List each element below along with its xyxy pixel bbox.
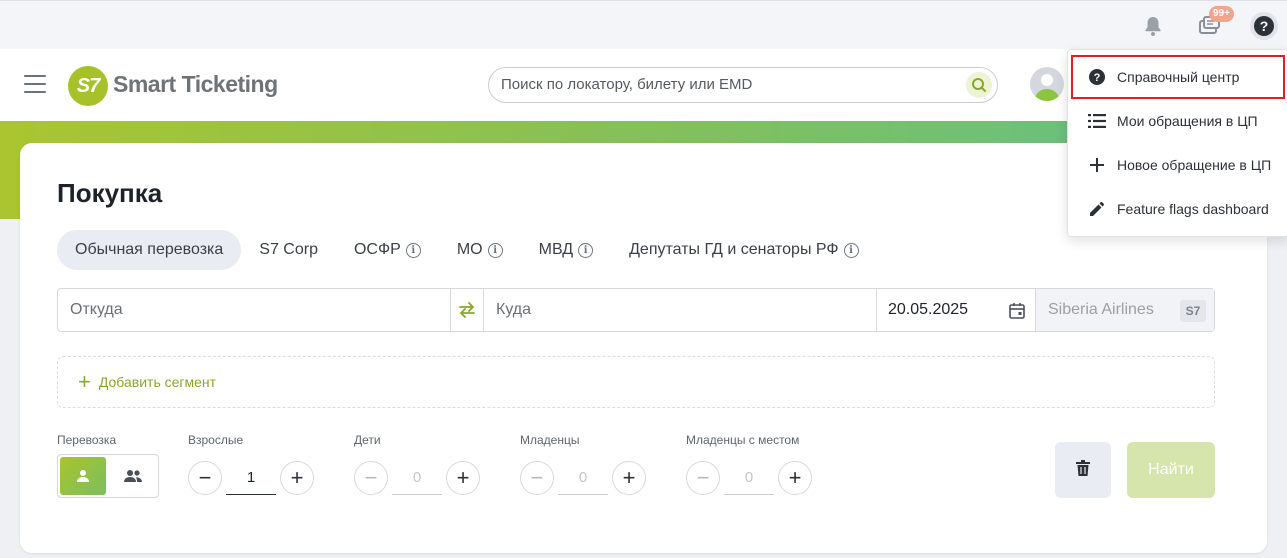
menu-item-label: Feature flags dashboard bbox=[1117, 201, 1269, 217]
tab-label: ОСФР bbox=[353, 241, 401, 258]
airline-field: Siberia Airlines S7 bbox=[1036, 289, 1214, 331]
menu-item-label: Справочный центр bbox=[1117, 69, 1240, 85]
date-field[interactable]: 20.05.2025 bbox=[877, 289, 1036, 331]
from-field[interactable]: Откуда bbox=[58, 289, 451, 331]
tab-osfr[interactable]: ОСФР i bbox=[336, 230, 439, 270]
children-label: Дети bbox=[354, 433, 381, 447]
children-stepper: − 0 + bbox=[354, 461, 480, 495]
help-dropdown: ? Справочный центр Мои обращения в ЦП Но… bbox=[1067, 49, 1287, 237]
infants-seat-stepper: − 0 + bbox=[686, 461, 812, 495]
plus-icon bbox=[1086, 158, 1108, 172]
airline-name: Siberia Airlines bbox=[1048, 301, 1154, 318]
minus-button[interactable]: − bbox=[520, 461, 554, 495]
date-value: 20.05.2025 bbox=[888, 301, 969, 318]
find-button[interactable]: Найти bbox=[1127, 442, 1215, 498]
tab-mo[interactable]: МО i bbox=[439, 230, 521, 270]
menu-item-label: Мои обращения в ЦП bbox=[1117, 113, 1258, 129]
svg-text:?: ? bbox=[1260, 18, 1269, 34]
tab-label: МО bbox=[456, 241, 483, 258]
plus-button[interactable]: + bbox=[612, 461, 646, 495]
add-segment-button[interactable]: + Добавить сегмент bbox=[57, 356, 1215, 408]
info-icon[interactable]: i bbox=[578, 242, 594, 258]
help-circle-icon: ? bbox=[1086, 69, 1108, 85]
adults-stepper: − 1 + bbox=[188, 461, 314, 495]
tab-regular[interactable]: Обычная перевозка bbox=[57, 230, 242, 270]
menu-item-new-request[interactable]: Новое обращение в ЦП bbox=[1068, 143, 1287, 187]
infants-seat-value[interactable]: 0 bbox=[724, 461, 774, 495]
minus-button[interactable]: − bbox=[354, 461, 388, 495]
infants-value[interactable]: 0 bbox=[558, 461, 608, 495]
info-icon[interactable]: i bbox=[487, 242, 503, 258]
infants-seat-label: Младенцы с местом bbox=[686, 433, 800, 447]
help-icon[interactable]: ? bbox=[1248, 10, 1280, 42]
transport-label: Перевозка bbox=[57, 433, 117, 447]
menu-icon[interactable] bbox=[24, 75, 46, 93]
info-icon[interactable]: i bbox=[405, 242, 421, 258]
clear-button[interactable] bbox=[1055, 442, 1111, 498]
tab-s7-corp[interactable]: S7 Corp bbox=[241, 230, 336, 270]
plus-icon: + bbox=[78, 369, 91, 394]
tab-label: Обычная перевозка bbox=[75, 241, 224, 258]
search-icon[interactable] bbox=[966, 72, 992, 98]
infants-label: Младенцы bbox=[520, 433, 580, 447]
svg-text:?: ? bbox=[1094, 72, 1101, 84]
search-input[interactable] bbox=[501, 76, 941, 93]
menu-item-my-requests[interactable]: Мои обращения в ЦП bbox=[1068, 99, 1287, 143]
tab-mvd[interactable]: МВД i bbox=[521, 230, 611, 270]
infants-stepper: − 0 + bbox=[520, 461, 646, 495]
trash-icon bbox=[1076, 459, 1090, 481]
menu-item-help-center[interactable]: ? Справочный центр bbox=[1071, 55, 1285, 99]
info-icon[interactable]: i bbox=[843, 242, 859, 258]
menu-item-feature-flags[interactable]: Feature flags dashboard bbox=[1068, 187, 1287, 231]
children-value[interactable]: 0 bbox=[392, 461, 442, 495]
tab-deputies[interactable]: Депутаты ГД и сенаторы РФ i bbox=[611, 230, 876, 270]
plus-button[interactable]: + bbox=[778, 461, 812, 495]
minus-button[interactable]: − bbox=[188, 461, 222, 495]
bell-icon[interactable] bbox=[1137, 10, 1169, 42]
route-form: Откуда Куда 20.05.2025 Siberia Airlines … bbox=[57, 288, 1215, 332]
page-title: Покупка bbox=[57, 178, 163, 208]
menu-item-label: Новое обращение в ЦП bbox=[1117, 157, 1272, 173]
transport-toggle bbox=[57, 454, 159, 498]
plus-button[interactable]: + bbox=[280, 461, 314, 495]
logo-text[interactable]: Smart Ticketing bbox=[113, 71, 278, 98]
airline-code: S7 bbox=[1180, 300, 1206, 322]
pencil-icon bbox=[1086, 202, 1108, 216]
top-bar: 99+ ? bbox=[0, 0, 1287, 49]
plus-button[interactable]: + bbox=[446, 461, 480, 495]
swap-icon[interactable] bbox=[451, 289, 484, 331]
add-segment-label: Добавить сегмент bbox=[98, 374, 217, 390]
single-person-icon[interactable] bbox=[60, 457, 106, 495]
calendar-icon[interactable] bbox=[1009, 302, 1025, 324]
avatar[interactable] bbox=[1030, 67, 1064, 101]
tab-label: Депутаты ГД и сенаторы РФ bbox=[629, 241, 839, 258]
fare-type-tabs: Обычная перевозка S7 Corp ОСФР i МО i МВД i… bbox=[57, 230, 877, 270]
tab-label: МВД bbox=[538, 241, 574, 258]
adults-value[interactable]: 1 bbox=[226, 461, 276, 495]
group-icon[interactable] bbox=[108, 455, 158, 497]
notifications-badge: 99+ bbox=[1209, 6, 1234, 22]
tab-label: S7 Corp bbox=[259, 241, 318, 258]
minus-button[interactable]: − bbox=[686, 461, 720, 495]
search-box bbox=[488, 67, 998, 103]
list-icon bbox=[1086, 114, 1108, 128]
to-field[interactable]: Куда bbox=[484, 289, 877, 331]
adults-label: Взрослые bbox=[188, 433, 244, 447]
logo-mark[interactable]: S7 bbox=[68, 66, 108, 106]
